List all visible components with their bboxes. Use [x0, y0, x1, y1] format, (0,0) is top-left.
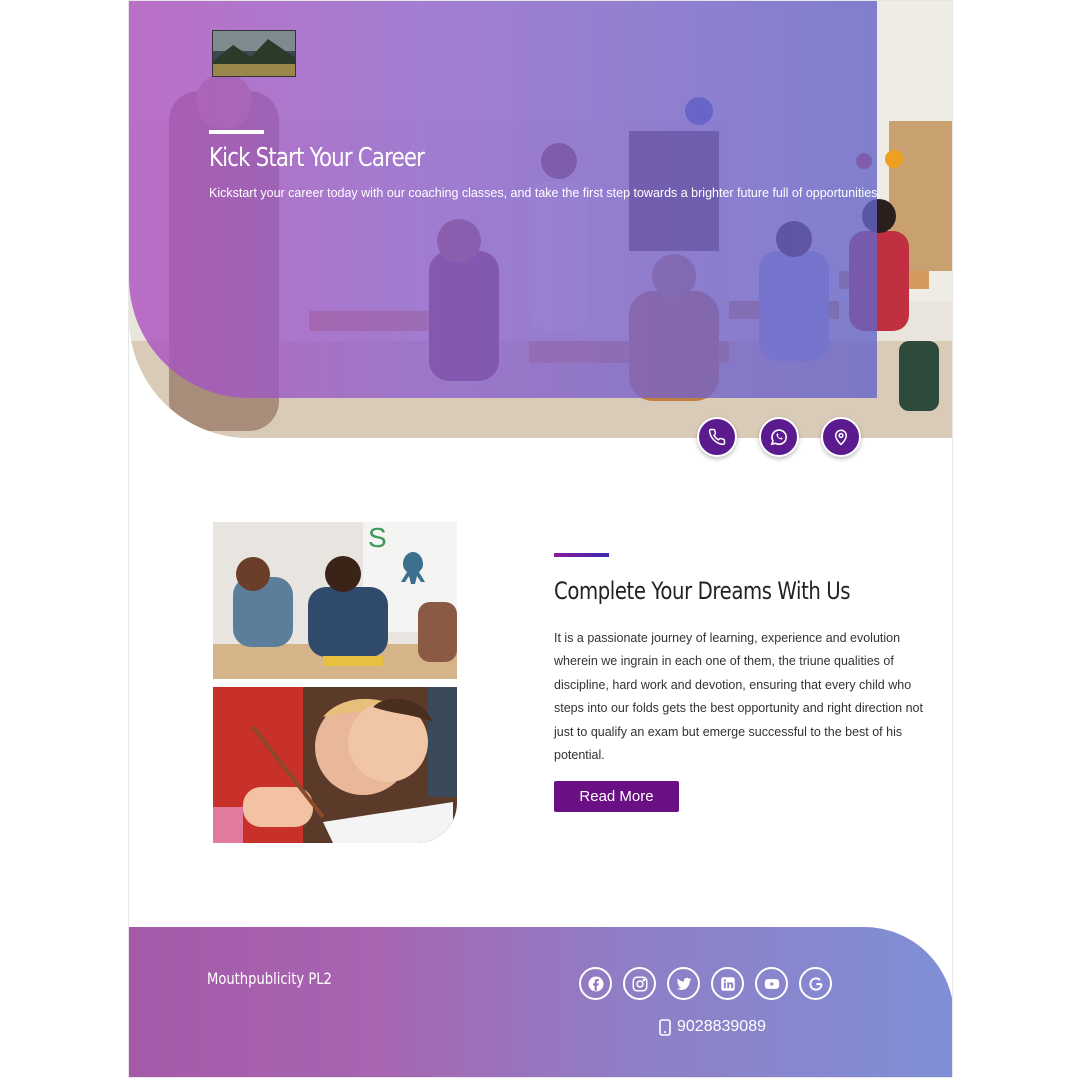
footer-phone[interactable]: 9028839089 — [659, 1018, 766, 1036]
linkedin-link[interactable] — [711, 967, 744, 1000]
hero-section: Kick Start Your Career Kickstart your ca… — [129, 1, 952, 438]
location-pin-icon — [834, 429, 848, 446]
footer: Mouthpublicity PL2 9028839089 — [129, 927, 952, 1077]
students-studying-photo: S — [213, 522, 457, 679]
twitter-icon — [676, 977, 691, 990]
mobile-phone-icon — [659, 1018, 671, 1036]
svg-text:S: S — [368, 522, 387, 553]
google-icon — [808, 976, 823, 991]
youtube-icon — [764, 978, 779, 989]
read-more-button[interactable]: Read More — [554, 781, 679, 812]
linkedin-icon — [720, 976, 735, 991]
whatsapp-icon — [770, 429, 787, 446]
about-title: Complete Your Dreams With Us — [554, 577, 851, 605]
phone-icon — [708, 428, 726, 446]
page: Kick Start Your Career Kickstart your ca… — [128, 0, 953, 1078]
location-button[interactable] — [821, 417, 861, 457]
about-description: It is a passionate journey of learning, … — [554, 631, 923, 763]
facebook-icon — [588, 976, 603, 991]
hero-accent-line — [209, 130, 264, 134]
whatsapp-button[interactable] — [759, 417, 799, 457]
twitter-link[interactable] — [667, 967, 700, 1000]
social-links — [579, 967, 832, 1000]
hero-title: Kick Start Your Career — [209, 143, 425, 173]
about-accent-line — [554, 553, 609, 557]
footer-brand: Mouthpublicity PL2 — [207, 969, 332, 988]
facebook-link[interactable] — [579, 967, 612, 1000]
youtube-link[interactable] — [755, 967, 788, 1000]
instagram-icon — [632, 976, 647, 991]
kids-drawing-photo — [213, 687, 457, 843]
contact-buttons — [697, 417, 861, 457]
phone-button[interactable] — [697, 417, 737, 457]
footer-phone-number: 9028839089 — [677, 1018, 766, 1035]
site-logo[interactable] — [212, 30, 296, 77]
instagram-link[interactable] — [623, 967, 656, 1000]
hero-subtitle: Kickstart your career today with our coa… — [209, 186, 881, 200]
google-link[interactable] — [799, 967, 832, 1000]
